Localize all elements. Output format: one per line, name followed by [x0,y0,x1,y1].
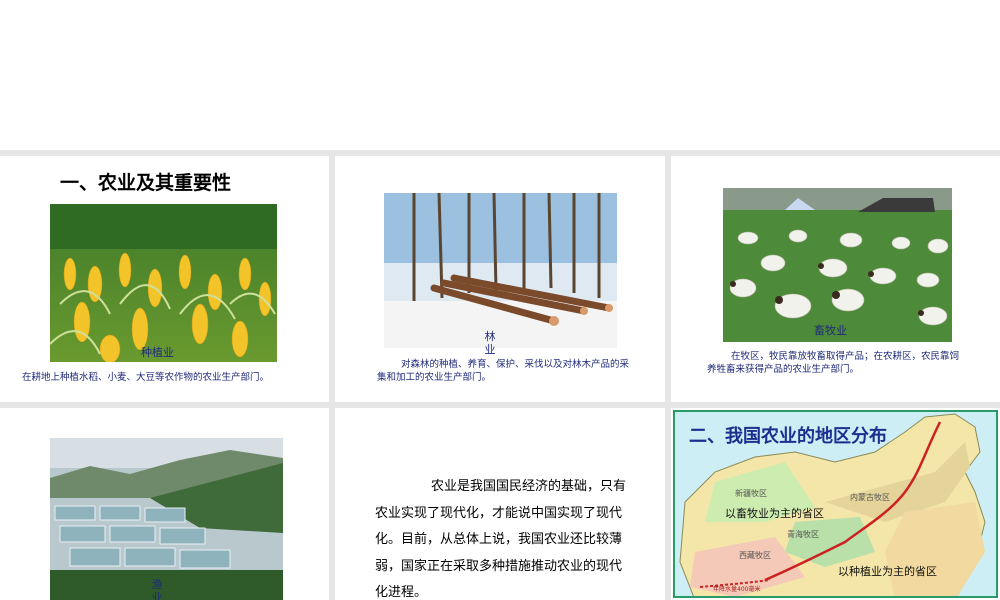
planting-label: 种植业 [141,346,174,359]
forestry-caption: 对森林的种植、养育、保护、采伐以及对林木产品的采集和加工的农业生产部门。 [377,359,630,383]
pastoral-provinces-label: 以畜牧业为主的省区 [725,507,824,520]
farming-provinces-label: 以种植业为主的省区 [838,565,937,578]
slide-title: 一、农业及其重要性 [60,172,232,194]
slide-thumbnail-2[interactable]: 林业 对森林的种植、养育、保护、采伐以及对林木产品的采集和加工的农业生产部门。 [335,156,665,402]
planting-caption: 在耕地上种植水稻、小麦、大豆等农作物的农业生产部门。 [22,372,270,383]
forestry-label: 林业 [484,330,496,356]
tibet-region-label: 西藏牧区 [739,551,771,560]
husbandry-label: 畜牧业 [814,324,850,337]
slide-thumbnail-5[interactable]: 农业是我国国民经济的基础，只有农业实现了现代化，才能说中国实现了现代化。目前，从… [335,408,665,600]
qinghai-region-label: 青海牧区 [787,530,819,539]
slide-thumbnail-3[interactable]: 畜牧业 在牧区，牧民靠放牧畜取得产品；在农耕区，农民靠饲养牲畜来获得产品的农业生… [671,156,1000,402]
slide-thumbnail-4[interactable]: 渔业 [0,408,329,600]
corn-field-photo [50,204,277,362]
fishery-label: 渔业 [151,578,163,600]
map-title: 二、我国农业的地区分布 [689,426,887,447]
agriculture-foundation-text: 农业是我国国民经济的基础，只有农业实现了现代化，才能说中国实现了现代化。目前，从… [375,479,627,600]
forestry-logging-photo [384,193,617,348]
slide-thumbnail-6[interactable]: 二、我国农业的地区分布 新疆牧区 以畜牧业为主的省区 青海牧区 西藏牧区 内蒙古… [671,408,1000,600]
husbandry-label-text: 畜牧业 [814,324,847,337]
inner-mongolia-region-label: 内蒙古牧区 [850,493,890,502]
china-agriculture-map: 二、我国农业的地区分布 新疆牧区 以畜牧业为主的省区 青海牧区 西藏牧区 内蒙古… [673,410,998,598]
husbandry-caption: 在牧区，牧民靠放牧畜取得产品；在农耕区，农民靠饲养牲畜来获得产品的农业生产部门。 [707,351,960,375]
fish-farm-photo [50,438,283,600]
rain-line-label: 年降水量400毫米 [713,586,761,593]
slide-thumbnail-1[interactable]: 一、农业及其重要性 种植业 在耕地上种植水稻、小麦、大豆等农作物的农业生产部门。 [0,156,329,402]
xinjiang-region-label: 新疆牧区 [735,489,767,498]
sheep-pasture-photo [723,188,952,342]
